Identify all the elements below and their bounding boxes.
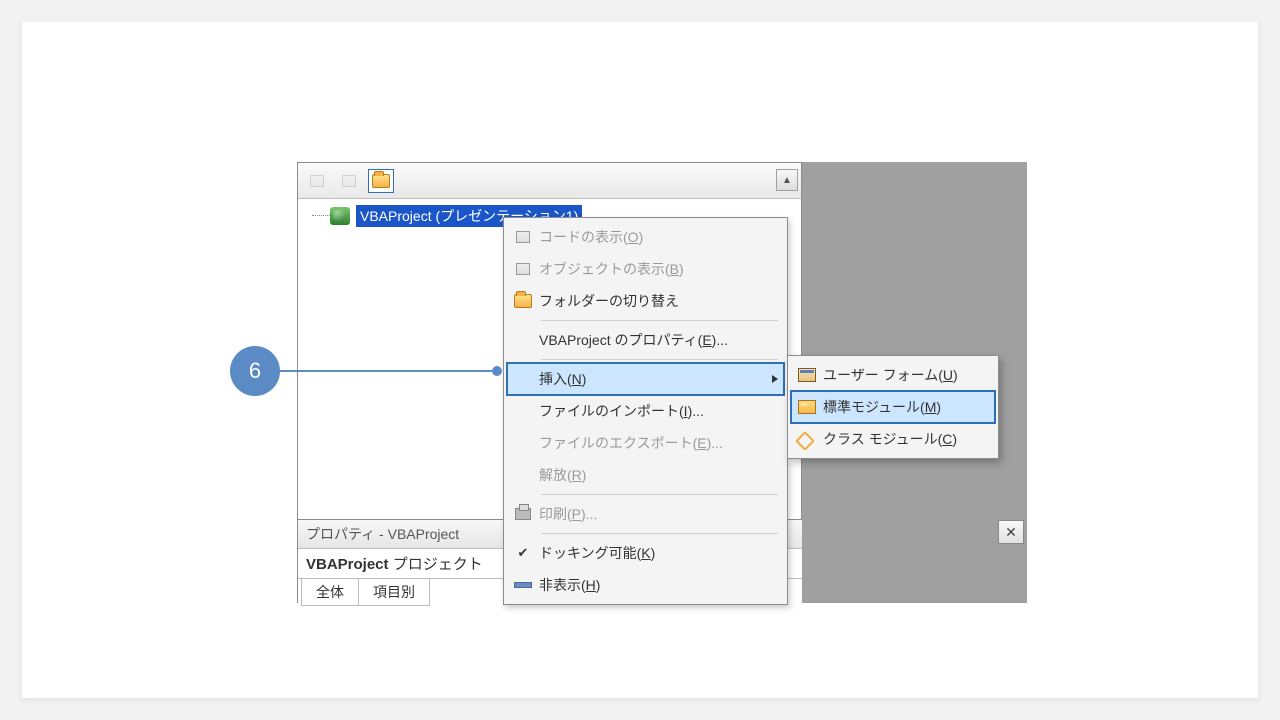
callout-line: [280, 370, 492, 372]
menu-hide[interactable]: 非表示(H): [507, 569, 784, 601]
menu-print[interactable]: 印刷(P)...: [507, 498, 784, 530]
tree-connector: [312, 215, 330, 216]
close-button[interactable]: ✕: [998, 520, 1024, 544]
object-icon: [516, 263, 530, 275]
tab-all[interactable]: 全体: [301, 579, 359, 606]
callout-dot: [492, 366, 502, 376]
code-icon: [516, 231, 530, 243]
callout-6: 6: [230, 346, 502, 396]
properties-name-bold: VBAProject: [306, 556, 389, 573]
menu-view-object[interactable]: オブジェクトの表示(B): [507, 253, 784, 285]
menu-insert[interactable]: 挿入(N): [507, 363, 784, 395]
check-icon: [507, 545, 539, 561]
callout-badge: 6: [230, 346, 280, 396]
userform-icon: [798, 368, 816, 382]
menu-separator: [541, 533, 778, 534]
scroll-up-button[interactable]: ▲: [776, 169, 798, 191]
submenu-class-module[interactable]: クラス モジュール(C): [791, 423, 995, 455]
tab-categorized[interactable]: 項目別: [358, 579, 430, 606]
toggle-folders-button[interactable]: [368, 169, 394, 193]
printer-icon: [515, 508, 531, 520]
class-module-icon: [798, 432, 816, 446]
submenu-userform[interactable]: ユーザー フォーム(U): [791, 359, 995, 391]
insert-submenu: ユーザー フォーム(U) 標準モジュール(M) クラス モジュール(C): [787, 355, 999, 459]
menu-project-properties[interactable]: VBAProject のプロパティ(E)...: [507, 324, 784, 356]
explorer-toolbar: ▲: [298, 163, 801, 199]
submenu-module[interactable]: 標準モジュール(M): [791, 391, 995, 423]
menu-view-code[interactable]: コードの表示(O): [507, 221, 784, 253]
card: ▲ VBAProject (プレゼンテーション1) プロパティ - VBAPro…: [22, 22, 1258, 698]
menu-remove[interactable]: 解放(R): [507, 459, 784, 491]
menu-toggle-folders[interactable]: フォルダーの切り替え: [507, 285, 784, 317]
menu-separator: [541, 494, 778, 495]
folder-icon: [372, 174, 390, 188]
properties-name-rest: プロジェクト: [389, 556, 483, 573]
view-code-button[interactable]: [304, 169, 330, 193]
context-menu: コードの表示(O) オブジェクトの表示(B) フォルダーの切り替え VBAPro…: [503, 217, 788, 605]
bar-icon: [514, 582, 532, 588]
module-icon: [798, 400, 816, 414]
vbaproject-icon: [330, 207, 350, 225]
view-object-button[interactable]: [336, 169, 362, 193]
submenu-arrow-icon: [772, 375, 778, 383]
folder-icon: [514, 294, 532, 308]
menu-import-file[interactable]: ファイルのインポート(I)...: [507, 395, 784, 427]
menu-separator: [541, 320, 778, 321]
menu-separator: [541, 359, 778, 360]
menu-export-file[interactable]: ファイルのエクスポート(E)...: [507, 427, 784, 459]
menu-dockable[interactable]: ドッキング可能(K): [507, 537, 784, 569]
